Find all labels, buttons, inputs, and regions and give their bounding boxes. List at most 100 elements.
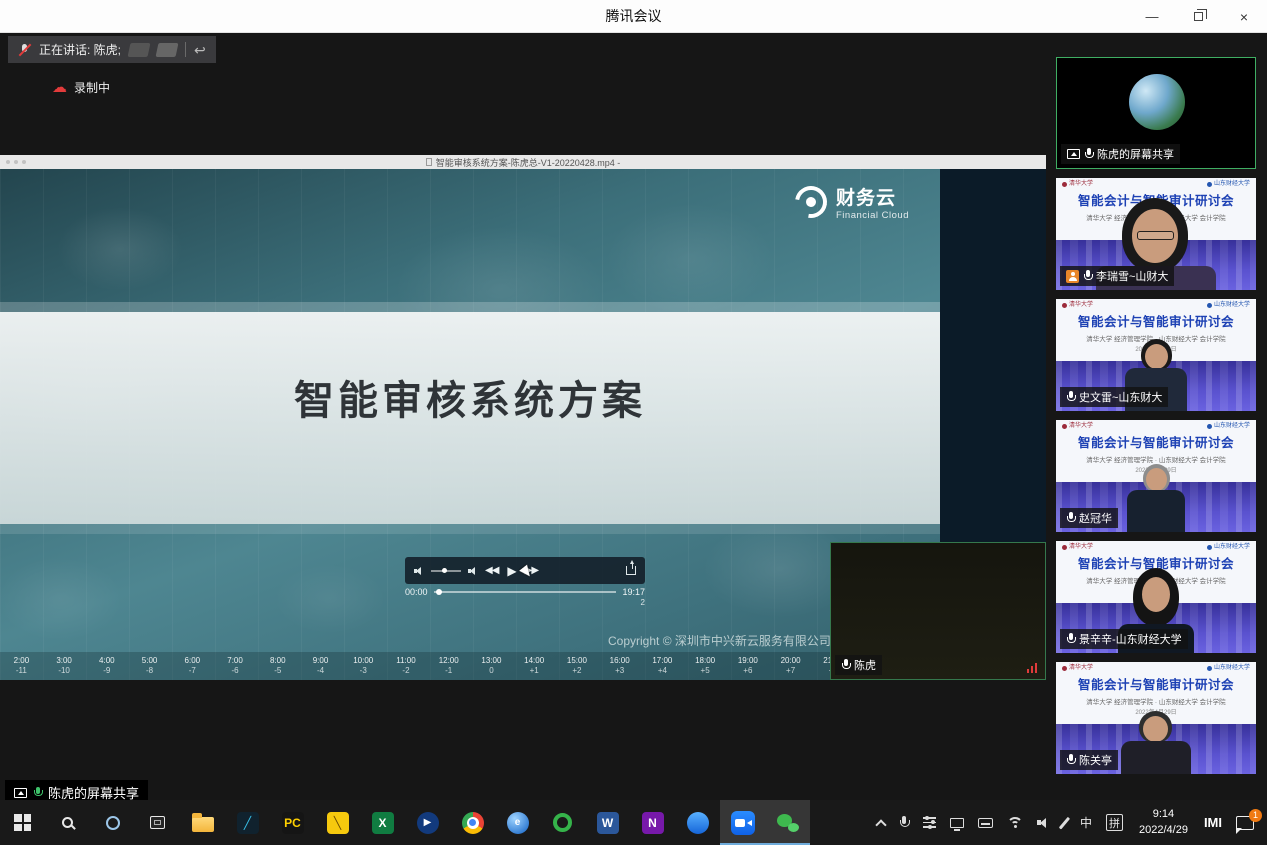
timezone-cell: 16:00+3 — [598, 652, 641, 680]
taskbar-app-pen-tool[interactable]: ╱ — [225, 800, 270, 845]
recording-cloud-icon: ☁ — [52, 80, 67, 95]
taskbar-app-word[interactable]: W — [585, 800, 630, 845]
speaking-label: 正在讲话: 陈虎; — [39, 41, 121, 58]
task-view-button[interactable] — [135, 800, 180, 845]
mic-icon — [1083, 270, 1092, 282]
hidden-icons-button[interactable] — [870, 800, 892, 845]
org-left: 清华大学 — [1069, 181, 1093, 188]
play-button[interactable]: ▶ — [507, 565, 515, 577]
blue-circle-app-icon — [687, 812, 709, 834]
brand-name: 财务云 — [836, 183, 909, 210]
volume-icon[interactable] — [414, 566, 424, 576]
timezone-cell: 2:00-11 — [0, 652, 43, 680]
video-player-controls[interactable]: ◀◀ ▶ ▶▶ — [405, 557, 645, 584]
reply-arrow-icon[interactable]: ↩ — [194, 43, 206, 57]
participant-thumbnail[interactable]: 清华大学 山东财经大学 智能会计与智能审计研讨会 清华大学 经济管理学院 · 山… — [1056, 420, 1256, 532]
video-timeline[interactable]: 00:00 19:172 — [405, 587, 645, 597]
excel-icon: X — [372, 812, 394, 834]
taskbar-clock[interactable]: 9:14 2022/4/29 — [1130, 807, 1197, 838]
rewind-button[interactable]: ◀◀ — [485, 566, 498, 576]
action-center-button[interactable]: 1 — [1229, 800, 1261, 845]
pen-tool-icon: ╱ — [237, 812, 259, 834]
microphone-icon — [899, 816, 909, 830]
participant-name-label: 陈虎的屏幕共享 — [1061, 144, 1180, 164]
start-button[interactable] — [0, 800, 45, 845]
slide-title: 智能审核系统方案 — [0, 378, 940, 424]
sdufe-logo-icon — [1207, 303, 1212, 308]
presenter-name-label: 陈虎 — [835, 655, 882, 675]
taskbar-app-blue-circle-app[interactable] — [675, 800, 720, 845]
window-title: 腾讯会议 — [0, 0, 1267, 33]
participant-name: 史文雷~山东财大 — [1079, 389, 1162, 405]
seek-bar[interactable] — [434, 591, 617, 593]
tray-display[interactable] — [943, 800, 971, 845]
participant-thumbnail-screen-share[interactable]: 陈虎的屏幕共享 — [1056, 57, 1256, 169]
presenter-name: 陈虎 — [854, 657, 876, 673]
speaking-indicator: 正在讲话: 陈虎; ↩ — [8, 36, 216, 63]
ime-logo[interactable]: IMI — [1197, 800, 1229, 845]
tsinghua-logo-icon — [1062, 666, 1067, 671]
volume-slider[interactable] — [431, 570, 461, 572]
taskbar-app-excel[interactable]: X — [360, 800, 405, 845]
poster-title: 智能会计与智能审计研讨会 — [1056, 674, 1256, 693]
taskbar-app-chrome[interactable] — [450, 800, 495, 845]
taskbar-app-wechat[interactable] — [765, 800, 810, 845]
speaker-avatar — [156, 43, 179, 57]
sdufe-logo-icon — [1207, 666, 1212, 671]
search-button[interactable] — [45, 800, 90, 845]
participant-thumbnail[interactable]: 清华大学 山东财经大学 智能会计与智能审计研讨会 清华大学 经济管理学院 · 山… — [1056, 178, 1256, 290]
mic-icon — [1066, 633, 1075, 645]
notification-icon: 1 — [1236, 816, 1254, 830]
taskbar-app-pc-app[interactable]: PC — [270, 800, 315, 845]
financial-cloud-logo: 财务云 Financial Cloud — [795, 183, 909, 221]
participant-name: 景辛辛-山东财经大学 — [1079, 631, 1182, 647]
tray-network[interactable] — [1000, 800, 1030, 845]
shared-screen: 智能审核系统方案-陈虎总-V1-20220428.mp4 - 财务云 Finan… — [0, 155, 1046, 680]
timezone-cell: 3:00-10 — [43, 652, 86, 680]
taskbar-app-file-explorer[interactable] — [180, 800, 225, 845]
timezone-cell: 20:00+7 — [769, 652, 812, 680]
cortana-button[interactable] — [90, 800, 135, 845]
taskbar-app-green-ring-browser[interactable] — [540, 800, 585, 845]
close-button[interactable]: × — [1221, 0, 1267, 33]
share-icon[interactable] — [626, 566, 636, 575]
presentation-video[interactable]: 财务云 Financial Cloud 智能审核系统方案 ◀◀ ▶ ▶▶ — [0, 169, 1046, 680]
navy-compass-icon: ▶ — [417, 812, 439, 834]
minimize-button[interactable]: — — [1129, 0, 1175, 33]
participant-thumbnail[interactable]: 清华大学 山东财经大学 智能会计与智能审计研讨会 清华大学 经济管理学院 · 山… — [1056, 662, 1256, 774]
tray-volume[interactable] — [1030, 800, 1056, 845]
seek-handle[interactable] — [436, 589, 442, 595]
green-ring-browser-icon — [553, 813, 572, 832]
mic-icon — [33, 787, 42, 799]
input-method[interactable]: 拼 — [1099, 800, 1130, 845]
minimize-icon: — — [1146, 10, 1159, 23]
participant-thumbnail[interactable]: 清华大学 山东财经大学 智能会计与智能审计研讨会 清华大学 经济管理学院 · 山… — [1056, 299, 1256, 411]
tray-keyboard[interactable] — [971, 800, 1000, 845]
taskbar-app-navy-compass[interactable]: ▶ — [405, 800, 450, 845]
sdufe-logo-icon — [1207, 424, 1212, 429]
taskbar-app-onenote[interactable]: N — [630, 800, 675, 845]
taskbar-app-sticky-notes[interactable]: ╲ — [315, 800, 360, 845]
tray-pen[interactable] — [1056, 800, 1073, 845]
tray-microphone[interactable] — [892, 800, 916, 845]
mixer-icon — [923, 817, 936, 827]
participant-thumbnail[interactable]: 清华大学 山东财经大学 智能会计与智能审计研讨会 清华大学 经济管理学院 · 山… — [1056, 541, 1256, 653]
participant-name-label: 李瑞雪~山财大 — [1060, 266, 1174, 286]
speaker-avatar — [128, 43, 151, 57]
avatar — [1129, 74, 1185, 130]
system-tray: 中 拼 9:14 2022/4/29 IMI 1 — [870, 800, 1267, 845]
taskbar-app-blue-browser[interactable]: e — [495, 800, 540, 845]
taskbar-apps: ╱ PC╲ X ▶ eWN — [180, 800, 810, 845]
input-language[interactable]: 中 — [1073, 800, 1099, 845]
taskbar-app-tencent-meeting[interactable] — [720, 800, 765, 845]
tray-mixer[interactable] — [916, 800, 943, 845]
participant-name-label: 陈关亭 — [1060, 750, 1118, 770]
clock-date: 2022/4/29 — [1139, 823, 1188, 838]
participant-name: 李瑞雪~山财大 — [1096, 268, 1168, 284]
participant-name-label: 史文雷~山东财大 — [1060, 387, 1168, 407]
windows-logo-icon — [14, 814, 31, 831]
presenter-webcam-overlay[interactable]: 陈虎 — [830, 542, 1046, 680]
timezone-cell: 14:00+1 — [513, 652, 556, 680]
restore-button[interactable] — [1175, 0, 1221, 33]
track-number: 2 — [641, 598, 645, 607]
